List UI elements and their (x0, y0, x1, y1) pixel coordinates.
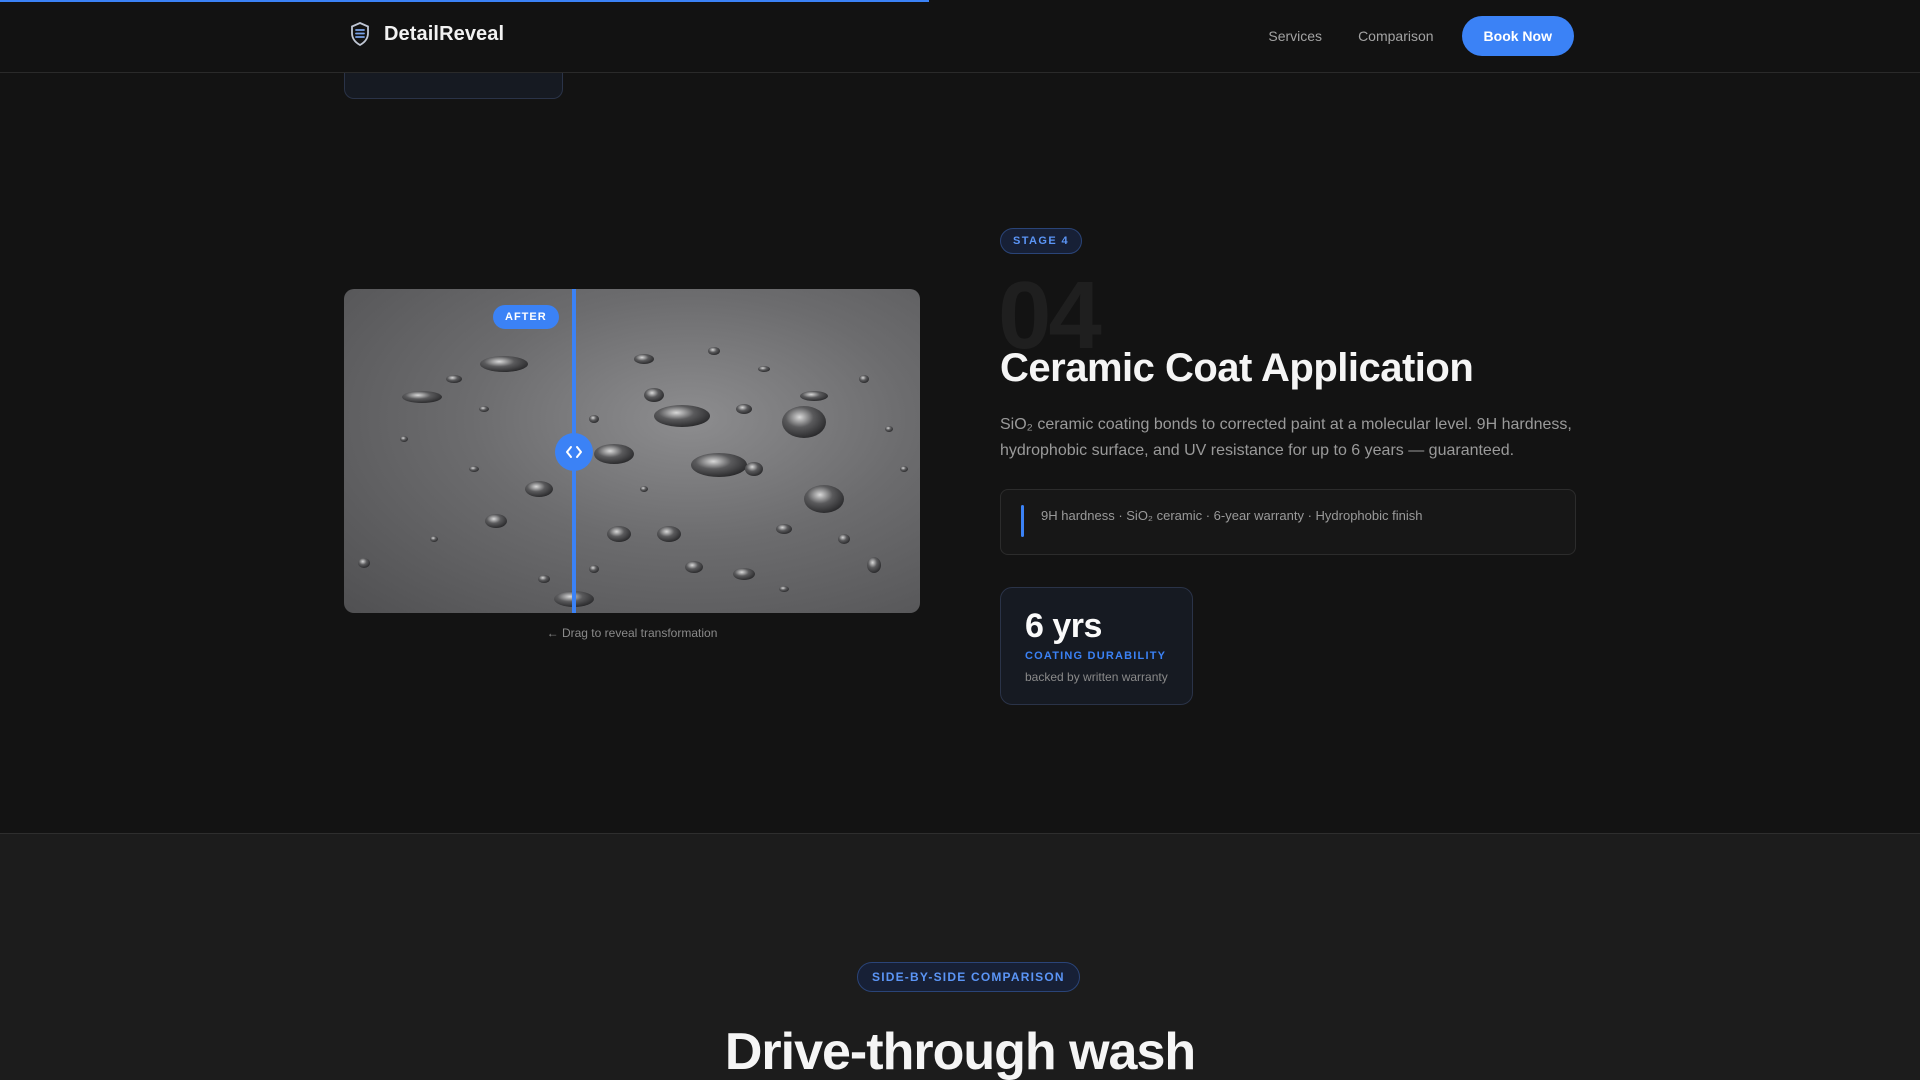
water-beading-surface-image (358, 347, 908, 607)
drag-arrows-icon (566, 446, 582, 458)
stat-label: COATING DURABILITY (1025, 650, 1167, 662)
shield-layers-icon (351, 22, 369, 46)
site-header: DetailReveal Services Comparison Book No… (0, 0, 1920, 73)
page: AFTER ← Drag to reveal transformation ST… (0, 0, 1920, 1080)
feature-accent-bar (1021, 505, 1024, 537)
stage-title: Ceramic Coat Application (1000, 346, 1474, 390)
scroll-progress-bar (0, 0, 1920, 2)
stage-section: AFTER ← Drag to reveal transformation ST… (0, 0, 1920, 833)
book-now-button[interactable]: Book Now (1461, 16, 1574, 56)
brand-logo[interactable]: DetailReveal (350, 22, 504, 46)
comparison-heading: Drive-through wash (724, 1023, 1196, 1080)
feature-list: 9H hardness · SiO₂ ceramic · 6-year warr… (1041, 508, 1423, 523)
durability-stat-card: 6 yrs COATING DURABILITY backed by writt… (1000, 587, 1193, 705)
drag-hint: ← Drag to reveal transformation (546, 626, 718, 640)
stage-badge: STAGE 4 (1000, 228, 1083, 254)
stat-value: 6 yrs (1025, 607, 1102, 645)
brand-name: DetailReveal (384, 22, 505, 45)
stage-description: SiO₂ ceramic coating bonds to corrected … (1000, 416, 1572, 459)
nav-link-comparison[interactable]: Comparison (1358, 16, 1433, 56)
nav-link-services[interactable]: Services (1268, 16, 1322, 56)
stat-subtext: backed by written warranty (1025, 670, 1168, 684)
comparison-section: SIDE-BY-SIDE COMPARISON Drive-through wa… (0, 833, 1920, 1080)
scroll-progress-fill (0, 0, 930, 2)
feature-highlight-box: 9H hardness · SiO₂ ceramic · 6-year warr… (1000, 489, 1576, 555)
main-nav: Services Comparison Book Now (1268, 16, 1574, 56)
after-label-badge: AFTER (493, 305, 559, 329)
before-after-slider[interactable]: AFTER (344, 289, 920, 613)
comparison-badge: SIDE-BY-SIDE COMPARISON (857, 962, 1080, 992)
slider-handle[interactable] (555, 433, 593, 471)
